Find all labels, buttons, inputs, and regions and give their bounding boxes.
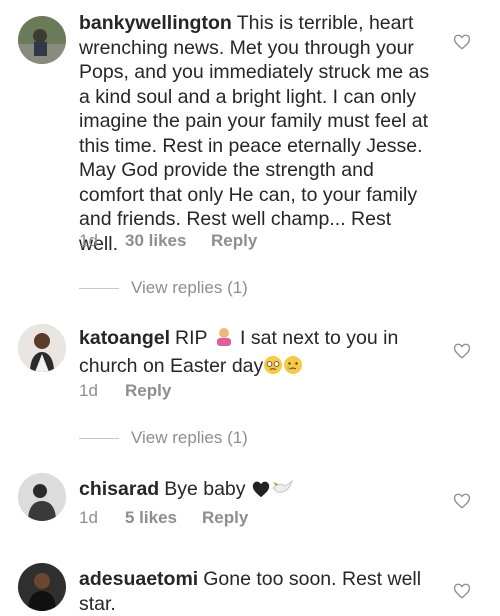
comment-text: This is terrible, heart wrenching news. … xyxy=(79,12,430,255)
heart-icon[interactable] xyxy=(453,582,471,600)
comment-username[interactable]: adesuaetomi xyxy=(79,568,198,590)
avatar[interactable] xyxy=(18,563,66,611)
comment-username[interactable]: chisarad xyxy=(79,478,159,500)
avatar[interactable] xyxy=(18,473,66,521)
avatar-image xyxy=(18,473,66,521)
person-bowing-emoji xyxy=(213,327,235,354)
divider xyxy=(79,287,119,289)
comment-likes[interactable]: 30 likes xyxy=(125,231,211,251)
dove-emoji xyxy=(271,478,293,505)
reply-button[interactable]: Reply xyxy=(211,231,257,251)
comment-text-a: RIP xyxy=(175,327,208,349)
avatar[interactable] xyxy=(18,16,66,64)
reply-button[interactable]: Reply xyxy=(202,508,248,528)
comment-meta: 1d 5 likes Reply xyxy=(79,508,248,528)
comment-time: 1d xyxy=(79,508,98,527)
comment-likes[interactable]: 5 likes xyxy=(125,508,202,528)
comment-username[interactable]: katoangel xyxy=(79,327,170,349)
reply-button[interactable]: Reply xyxy=(125,381,171,401)
heart-icon[interactable] xyxy=(453,33,471,51)
comment-time: 1d xyxy=(79,381,98,400)
crying-face-emoji xyxy=(283,355,303,382)
pleading-face-emoji xyxy=(263,355,283,382)
comment-meta: 1d Reply xyxy=(79,381,171,401)
comment-text: Bye baby xyxy=(164,478,246,500)
comment-time: 1d xyxy=(79,231,98,250)
heart-icon[interactable] xyxy=(453,492,471,510)
view-replies-button[interactable]: View replies (1) xyxy=(79,278,248,298)
heart-icon[interactable] xyxy=(453,342,471,360)
avatar[interactable] xyxy=(18,324,66,372)
comment-meta: 1d 30 likes Reply xyxy=(79,231,257,251)
avatar-image xyxy=(18,16,66,64)
view-replies-label: View replies (1) xyxy=(131,428,248,447)
comment-username[interactable]: bankywellington xyxy=(79,12,232,34)
black-heart-emoji xyxy=(251,480,271,505)
avatar-image xyxy=(18,563,66,611)
avatar-image xyxy=(18,324,66,372)
view-replies-label: View replies (1) xyxy=(131,278,248,297)
divider xyxy=(79,437,119,439)
view-replies-button[interactable]: View replies (1) xyxy=(79,428,248,448)
